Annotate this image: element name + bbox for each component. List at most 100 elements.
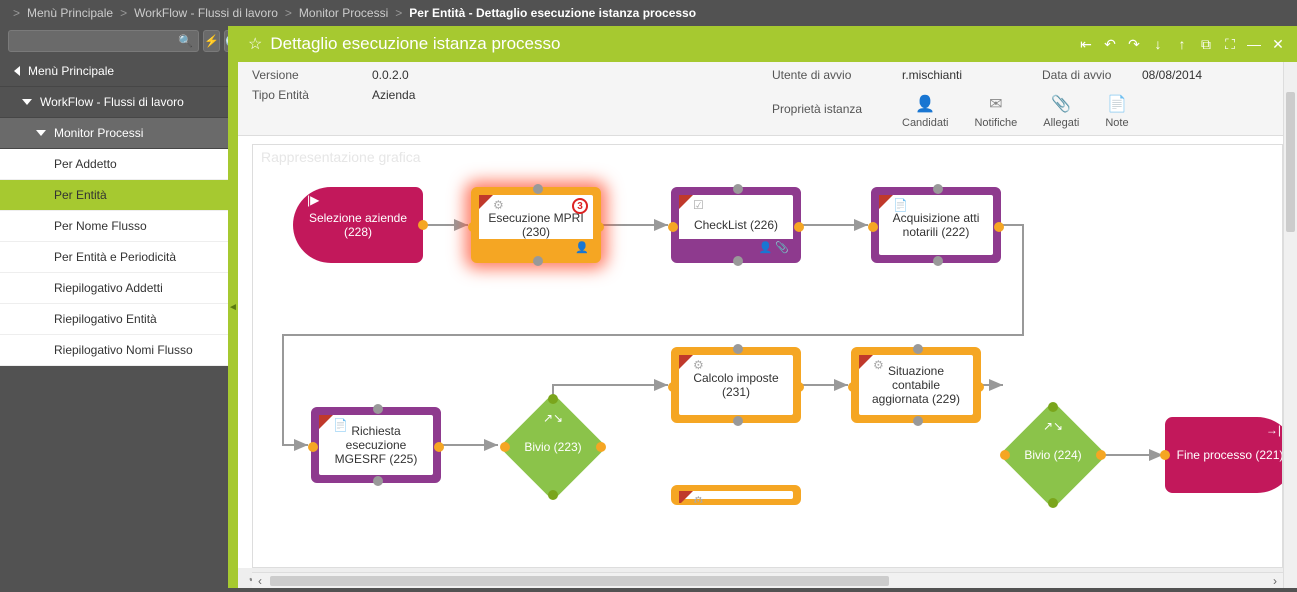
port[interactable] [974, 382, 984, 392]
notes-button[interactable]: 📄Note [1105, 94, 1128, 129]
port[interactable] [794, 222, 804, 232]
detail-header: Versione 0.0.2.0 Tipo Entità Azienda Ute… [238, 62, 1297, 136]
candidates-button[interactable]: 👤Candidati [902, 94, 948, 129]
breadcrumb-item[interactable]: Menù Principale [27, 6, 113, 20]
gear-icon: ⚙ [493, 198, 504, 212]
port[interactable] [418, 220, 428, 230]
maximize-button[interactable]: ⛶ [1221, 35, 1239, 53]
start-date-label: Data di avvio [1042, 68, 1142, 82]
scrollbar-thumb[interactable] [1286, 92, 1295, 232]
split-icon: ↗↘ [543, 411, 563, 425]
doc-icon: 📄 [333, 418, 348, 432]
notifications-button[interactable]: ✉Notifiche [974, 94, 1017, 129]
checklist-icon: ☑ [693, 198, 704, 212]
start-icon: |▶ [307, 193, 319, 207]
sidebar-item-3[interactable]: Per Entità e Periodicità [0, 242, 228, 273]
port[interactable] [1096, 450, 1106, 460]
port[interactable] [913, 344, 923, 354]
port[interactable] [1048, 498, 1058, 508]
node-calcolo[interactable]: ⚙ Calcolo imposte (231) [671, 347, 801, 423]
workflow-canvas[interactable]: Rappresentazione grafica |▶ [252, 144, 1283, 568]
port[interactable] [596, 442, 606, 452]
node-start[interactable]: |▶ Selezione aziende (228) [293, 187, 423, 263]
port[interactable] [373, 404, 383, 414]
node-bivio-2[interactable]: ↗↘ Bivio (224) [1003, 405, 1103, 505]
port[interactable] [308, 442, 318, 452]
node-exec-mpri[interactable]: ⚙ 3 Esecuzione MPRI (230) 👤 [471, 187, 601, 263]
corner-marker [319, 415, 333, 429]
pin-button[interactable]: ⇤ [1077, 35, 1095, 53]
close-button[interactable]: ✕ [1269, 35, 1287, 53]
search-input[interactable] [8, 30, 199, 52]
minimize-button[interactable]: — [1245, 35, 1263, 53]
port[interactable] [733, 344, 743, 354]
nav-workflow[interactable]: WorkFlow - Flussi di lavoro [0, 87, 228, 118]
port[interactable] [594, 222, 604, 232]
sidebar-item-1[interactable]: Per Entità [0, 180, 228, 211]
port[interactable] [848, 382, 858, 392]
horizontal-scrollbar[interactable]: ‹ › [252, 572, 1283, 588]
redo-button[interactable]: ↷ [1125, 35, 1143, 53]
port[interactable] [1048, 402, 1058, 412]
node-end[interactable]: →| Fine processo (221) [1165, 417, 1283, 493]
port[interactable] [1000, 450, 1010, 460]
scroll-left-icon[interactable]: ‹ [252, 574, 268, 588]
sidebar-item-2[interactable]: Per Nome Flusso [0, 211, 228, 242]
port[interactable] [500, 442, 510, 452]
port[interactable] [533, 184, 543, 194]
port[interactable] [548, 394, 558, 404]
page-title: Dettaglio esecuzione istanza processo [270, 34, 560, 54]
port[interactable] [994, 222, 1004, 232]
down-button[interactable]: ↓ [1149, 35, 1167, 53]
port[interactable] [533, 256, 543, 266]
port[interactable] [733, 416, 743, 426]
nav-main-menu[interactable]: Menù Principale [0, 56, 228, 87]
scroll-right-icon[interactable]: › [1267, 574, 1283, 588]
port[interactable] [933, 184, 943, 194]
breadcrumb-item[interactable]: Monitor Processi [299, 6, 388, 20]
corner-marker [679, 491, 693, 505]
port[interactable] [548, 490, 558, 500]
nav-monitor-processi[interactable]: Monitor Processi [0, 118, 228, 149]
corner-marker [859, 355, 873, 369]
port[interactable] [434, 442, 444, 452]
node-acq-atti[interactable]: 📄 Acquisizione atti notarili (222) [871, 187, 1001, 263]
port[interactable] [868, 222, 878, 232]
port[interactable] [1160, 450, 1170, 460]
port[interactable] [373, 476, 383, 486]
scrollbar-thumb[interactable] [270, 576, 889, 586]
port[interactable] [733, 256, 743, 266]
sidebar-item-0[interactable]: Per Addetto [0, 149, 228, 180]
vertical-scrollbar[interactable] [1283, 62, 1297, 588]
up-button[interactable]: ↑ [1173, 35, 1191, 53]
port[interactable] [668, 382, 678, 392]
gear-icon: ⚙ [693, 494, 704, 505]
refresh-button[interactable]: ⚡ [203, 30, 220, 52]
sidebar-collapse-handle[interactable]: ◄ [228, 26, 238, 588]
node-bivio-1[interactable]: ↗↘ Bivio (223) [503, 397, 603, 497]
node-partial[interactable]: ⚙ [671, 485, 801, 505]
port[interactable] [468, 222, 478, 232]
undo-button[interactable]: ↶ [1101, 35, 1119, 53]
chevron-left-icon [14, 66, 20, 76]
canvas-heading: Rappresentazione grafica [261, 149, 421, 165]
version-value: 0.0.2.0 [372, 68, 482, 82]
sidebar-item-4[interactable]: Riepilogativo Addetti [0, 273, 228, 304]
port[interactable] [733, 184, 743, 194]
breadcrumb: > Menù Principale > WorkFlow - Flussi di… [0, 0, 1297, 26]
port[interactable] [668, 222, 678, 232]
port[interactable] [933, 256, 943, 266]
gear-icon: ⚙ [693, 358, 704, 372]
port[interactable] [913, 416, 923, 426]
attachments-button[interactable]: 📎Allegati [1043, 94, 1079, 129]
sidebar-item-5[interactable]: Riepilogativo Entità [0, 304, 228, 335]
chevron-left-icon: ◄ [228, 302, 238, 313]
node-checklist[interactable]: ☑ CheckList (226) 👤📎 [671, 187, 801, 263]
node-richiesta[interactable]: 📄 Richiesta esecuzione MGESRF (225) [311, 407, 441, 483]
star-icon[interactable]: ☆ [248, 34, 262, 54]
node-situazione[interactable]: ⚙ Situazione contabile aggiornata (229) [851, 347, 981, 423]
breadcrumb-item[interactable]: WorkFlow - Flussi di lavoro [134, 6, 278, 20]
sidebar-item-6[interactable]: Riepilogativo Nomi Flusso [0, 335, 228, 366]
restore-button[interactable]: ⧉ [1197, 35, 1215, 53]
port[interactable] [794, 382, 804, 392]
